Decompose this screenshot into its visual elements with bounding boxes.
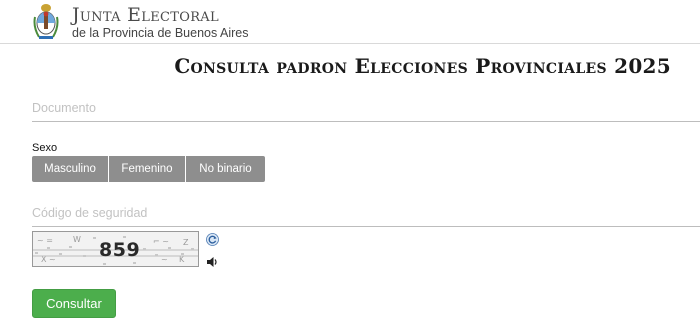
- sexo-femenino-button[interactable]: Femenino: [109, 156, 186, 182]
- org-subtitle: de la Provincia de Buenos Aires: [72, 26, 249, 40]
- svg-text:W: W: [73, 235, 81, 244]
- svg-text:Z: Z: [183, 238, 189, 247]
- province-coat-of-arms-icon: [33, 4, 59, 39]
- documento-input[interactable]: [32, 94, 700, 122]
- captcha-text: 859: [99, 239, 141, 261]
- security-code-input[interactable]: [32, 200, 700, 227]
- site-header: Junta Electoral de la Provincia de Bueno…: [0, 0, 700, 44]
- org-name: Junta Electoral: [72, 4, 219, 26]
- page-title: Consulta padron Elecciones Provinciales …: [174, 54, 671, 78]
- sexo-masculino-button[interactable]: Masculino: [32, 156, 109, 182]
- sexo-no-binario-button[interactable]: No binario: [186, 156, 265, 182]
- sexo-button-group: Masculino Femenino No binario: [32, 156, 265, 182]
- svg-text:⌐ ~: ⌐ ~: [153, 237, 169, 246]
- sexo-label: Sexo: [32, 142, 58, 154]
- consultar-button[interactable]: Consultar: [32, 289, 116, 318]
- speaker-icon[interactable]: [206, 256, 219, 268]
- svg-text:~ =: ~ =: [37, 236, 53, 245]
- captcha-image: ~ = W X ~ ⌐ ~ K ~ Z 859: [32, 231, 199, 267]
- refresh-icon[interactable]: [206, 233, 219, 246]
